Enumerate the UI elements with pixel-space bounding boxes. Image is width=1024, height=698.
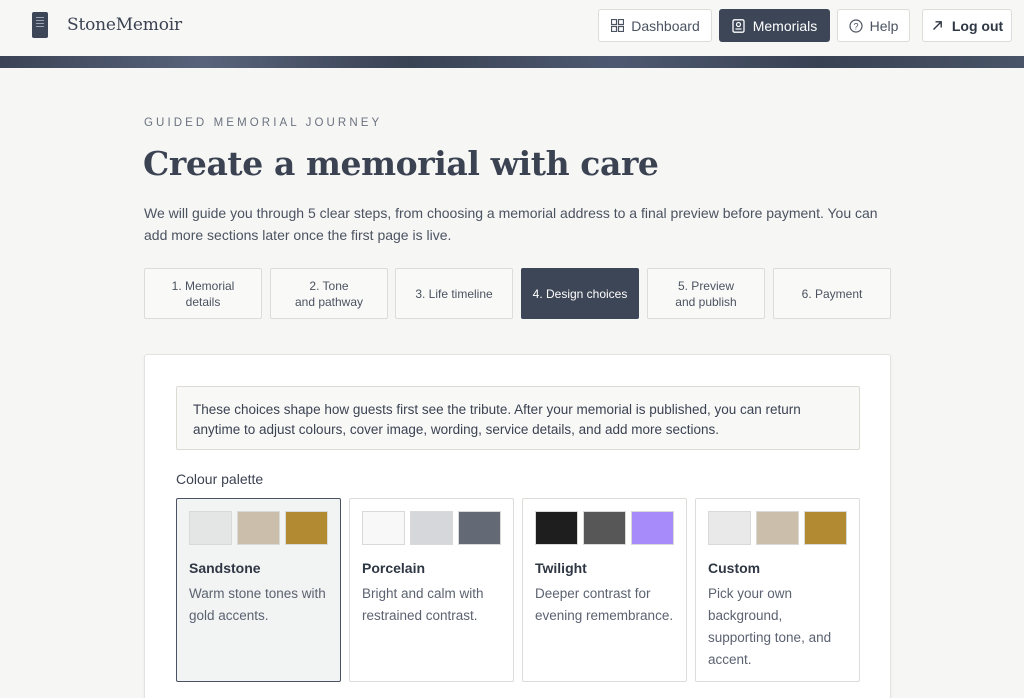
step-payment[interactable]: 6. Payment — [773, 268, 891, 319]
step-tone-and-pathway[interactable]: 2. Tone and pathway — [270, 268, 388, 319]
step-life-timeline[interactable]: 3. Life timeline — [395, 268, 513, 319]
grid-icon — [610, 19, 624, 33]
swatch-row — [189, 511, 333, 545]
step-preview-and-publish[interactable]: 5. Preview and publish — [647, 268, 765, 319]
palette-description: Bright and calm with restrained contrast… — [362, 586, 484, 623]
swatch — [410, 511, 453, 545]
swatch — [583, 511, 626, 545]
palette-option-porcelain[interactable]: Porcelain Bright and calm with restraine… — [349, 498, 514, 682]
swatch-row — [708, 511, 852, 545]
palette-name: Custom — [708, 560, 761, 576]
intro-text: We will guide you through 5 clear steps,… — [144, 205, 878, 243]
step-memorial-details[interactable]: 1. Memorial details — [144, 268, 262, 319]
memorials-button[interactable]: Memorials — [719, 9, 830, 42]
brand-name: StoneMemoir — [67, 15, 182, 35]
step-design-choices[interactable]: 4. Design choices — [521, 268, 639, 319]
swatch-row — [535, 511, 679, 545]
design-choices-card: These choices shape how guests first see… — [144, 354, 891, 698]
palette-name: Porcelain — [362, 560, 426, 576]
swatch — [708, 511, 751, 545]
swatch — [189, 511, 232, 545]
colour-palette-label: Colour palette — [176, 471, 264, 487]
palette-option-twilight[interactable]: Twilight Deeper contrast for evening rem… — [522, 498, 687, 682]
palette-description: Pick your own background, supporting ton… — [708, 586, 832, 667]
eyebrow-label: GUIDED MEMORIAL JOURNEY — [144, 117, 383, 129]
palette-option-custom[interactable]: Custom Pick your own background, support… — [695, 498, 860, 682]
swatch — [237, 511, 280, 545]
page-title: Create a memorial with care — [143, 144, 659, 183]
logout-button[interactable]: Log out — [922, 9, 1012, 42]
top-navigation: StoneMemoir Dashboard Memorials ? Help L… — [0, 0, 1024, 56]
swatch — [631, 511, 674, 545]
help-label: Help — [869, 17, 899, 34]
swatch — [285, 511, 328, 545]
dashboard-label: Dashboard — [631, 17, 700, 34]
svg-text:?: ? — [853, 21, 858, 31]
swatch — [804, 511, 847, 545]
palette-description: Warm stone tones with gold accents. — [189, 586, 326, 623]
dashboard-button[interactable]: Dashboard — [598, 9, 712, 42]
swatch — [362, 511, 405, 545]
palette-description: Deeper contrast for evening remembrance. — [535, 586, 674, 623]
logout-label: Log out — [951, 17, 1004, 34]
palette-option-sandstone[interactable]: Sandstone Warm stone tones with gold acc… — [176, 498, 341, 682]
help-button[interactable]: ? Help — [837, 9, 910, 42]
palette-name: Twilight — [535, 560, 587, 576]
memorial-icon — [732, 18, 746, 33]
swatch — [535, 511, 578, 545]
swatch-row — [362, 511, 506, 545]
header-banner — [0, 56, 1024, 68]
book-icon — [32, 12, 48, 38]
arrow-up-right-icon — [931, 19, 945, 33]
question-circle-icon: ? — [848, 18, 863, 33]
palette-name: Sandstone — [189, 560, 261, 576]
memorials-label: Memorials — [752, 17, 818, 34]
brand[interactable]: StoneMemoir — [32, 12, 182, 38]
swatch — [756, 511, 799, 545]
design-notice: These choices shape how guests first see… — [176, 386, 860, 450]
swatch — [458, 511, 501, 545]
